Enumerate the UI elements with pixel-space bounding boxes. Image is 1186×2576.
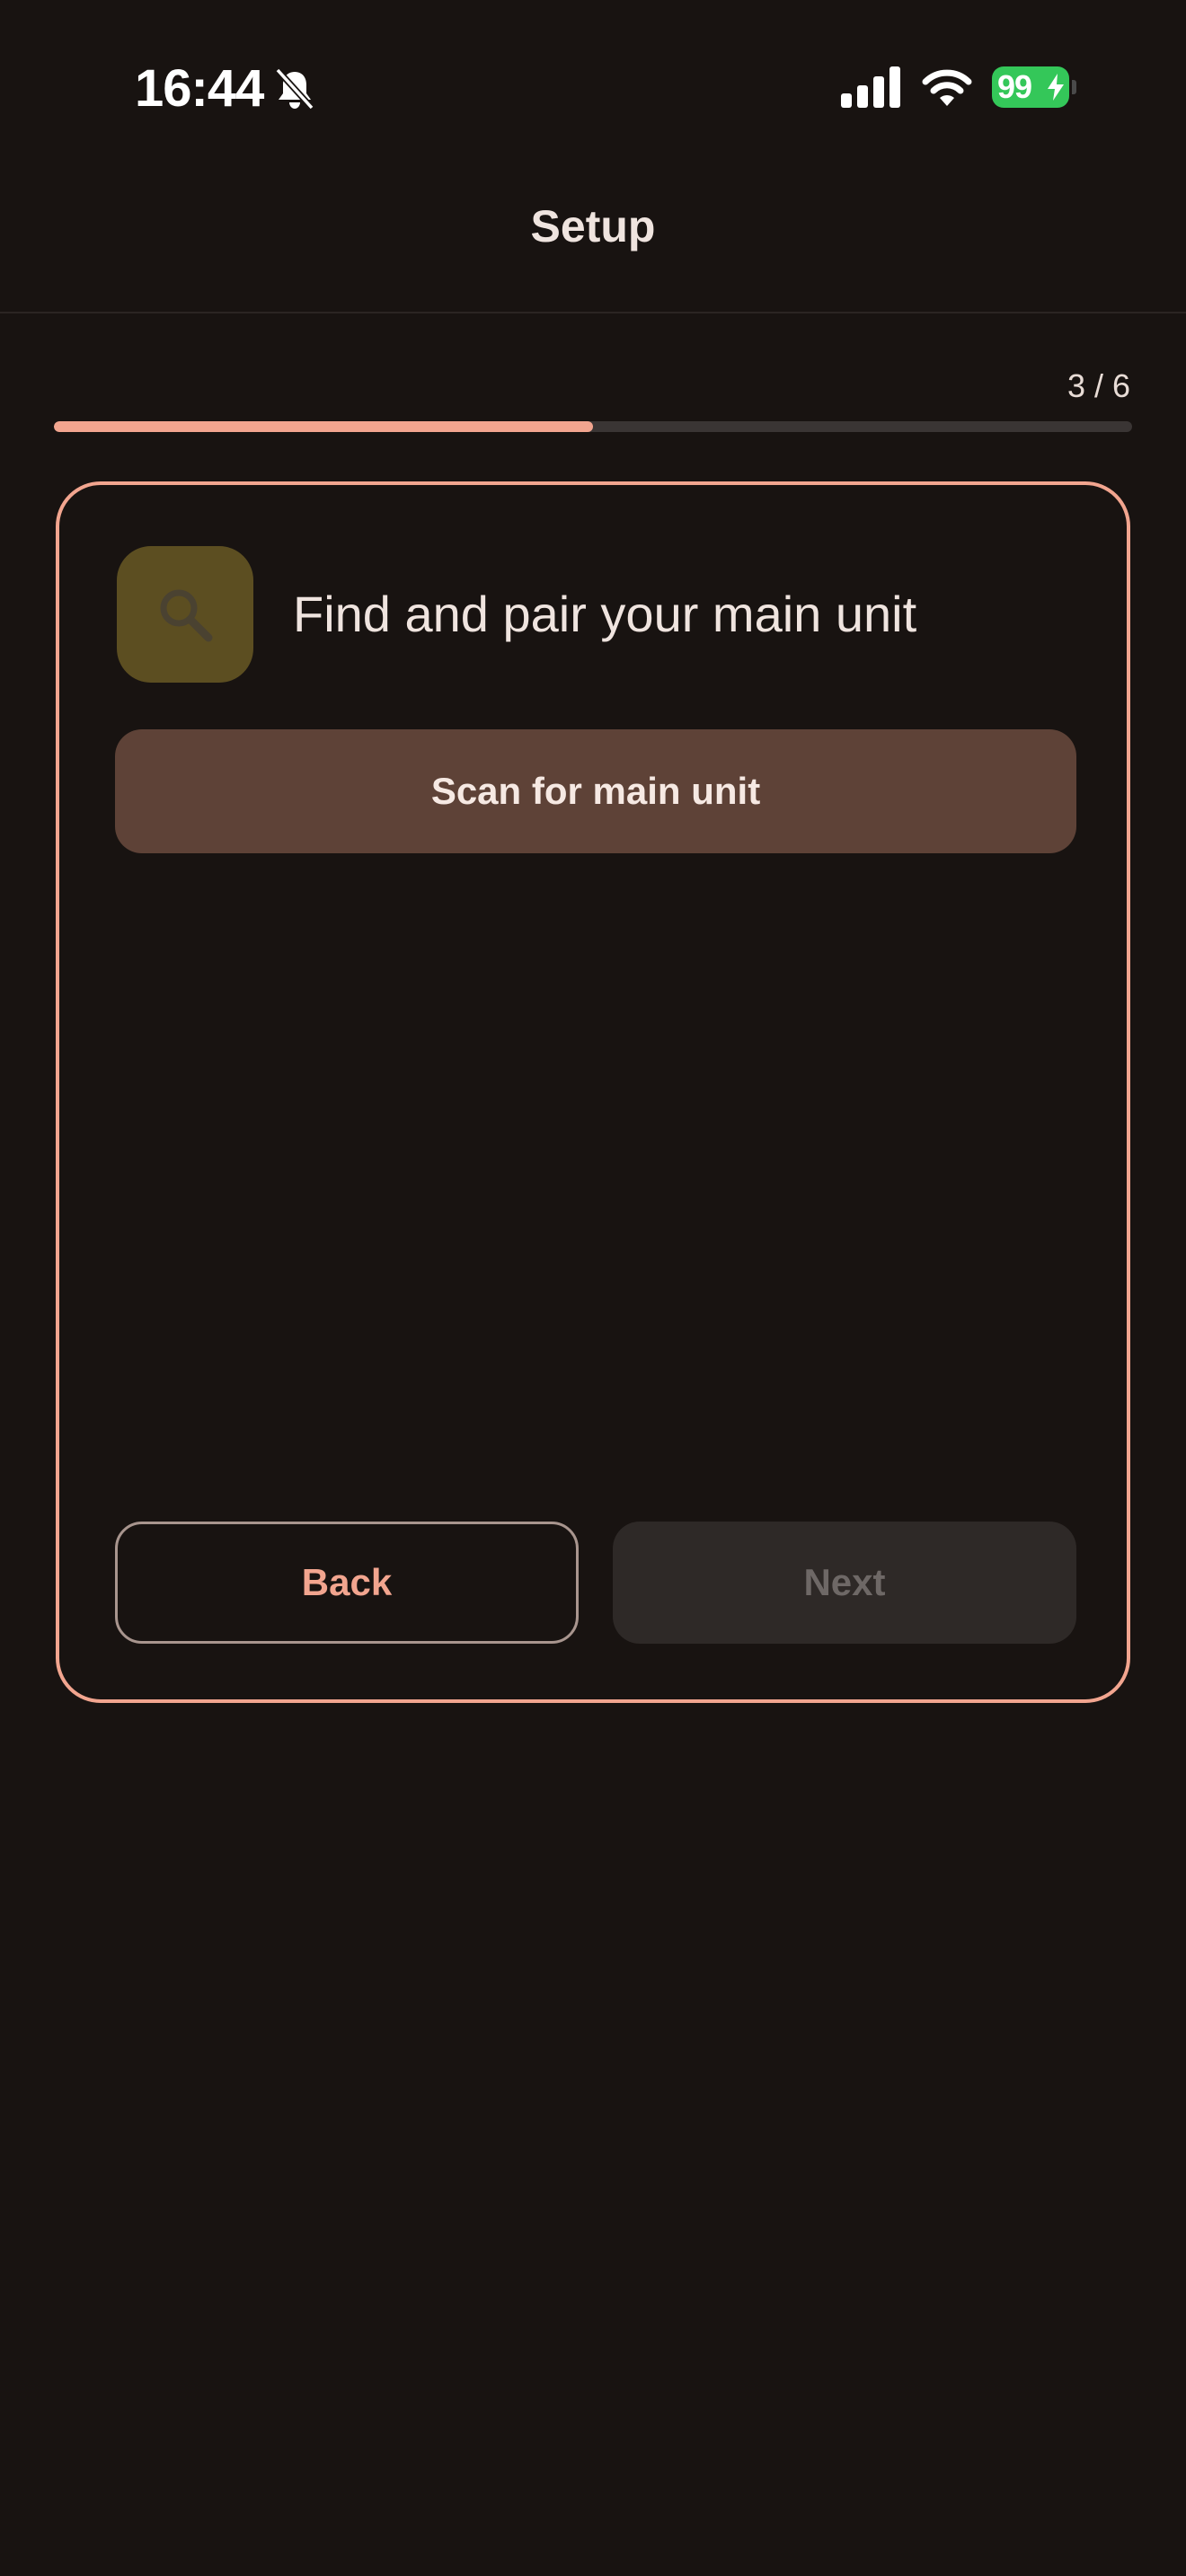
status-bar: 16:44 99 (0, 0, 1186, 171)
step-icon-tile (117, 546, 253, 683)
bell-off-icon (275, 67, 314, 110)
page-title: Setup (530, 201, 656, 251)
wifi-icon (922, 69, 972, 106)
next-button[interactable]: Next (613, 1522, 1076, 1644)
progress-bar (54, 421, 1132, 432)
progress-bar-fill (54, 421, 593, 432)
progress-step-counter: 3 / 6 (1067, 367, 1130, 404)
scan-for-main-unit-button[interactable]: Scan for main unit (115, 729, 1076, 853)
battery-level: 99 (997, 68, 1032, 105)
status-time: 16:44 (135, 59, 264, 118)
step-title: Find and pair your main unit (293, 586, 917, 642)
setup-step-card: Find and pair your main unit Scan for ma… (56, 481, 1130, 1703)
cellular-signal-icon (841, 66, 900, 108)
back-button[interactable]: Back (115, 1522, 579, 1644)
charging-bolt-icon (1048, 74, 1064, 101)
header-divider (0, 312, 1186, 313)
battery-indicator: 99 (992, 66, 1076, 108)
search-icon (160, 589, 213, 642)
